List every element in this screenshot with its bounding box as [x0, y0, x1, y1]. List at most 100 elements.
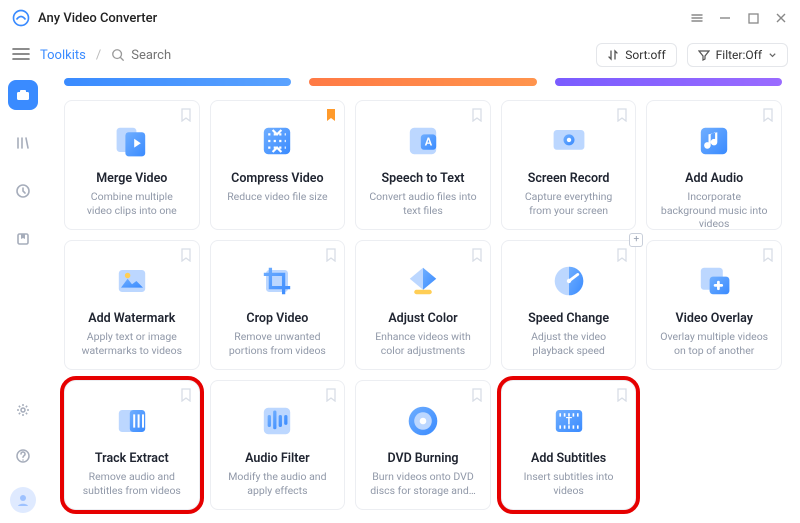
card-title: Speech to Text: [381, 171, 464, 186]
user-avatar[interactable]: [10, 487, 36, 513]
category-bar-2[interactable]: [309, 78, 536, 86]
addaudio-icon: [692, 119, 736, 163]
sort-label: Sort:off: [625, 48, 665, 62]
hamburger-icon[interactable]: [12, 46, 30, 65]
card-title: Add Watermark: [88, 311, 175, 326]
card-description: Remove unwanted portions from videos: [219, 330, 337, 357]
search-input[interactable]: [131, 48, 251, 63]
maximize-icon[interactable]: [746, 11, 760, 25]
sidebar: [0, 74, 46, 523]
card-title: Audio Filter: [245, 451, 310, 466]
search-field[interactable]: [111, 48, 251, 63]
sidebar-settings[interactable]: [8, 395, 38, 425]
sort-button[interactable]: Sort:off: [596, 43, 676, 67]
minimize-icon[interactable]: [718, 11, 732, 25]
tool-card-speechtext[interactable]: Speech to Text Convert audio files into t…: [355, 100, 491, 230]
app-title: Any Video Converter: [38, 11, 157, 26]
speechtext-icon: [401, 119, 445, 163]
watermark-icon: [110, 259, 154, 303]
tool-card-compress[interactable]: Compress Video Reduce video file size: [210, 100, 346, 230]
tool-card-audiofilter[interactable]: Audio FilterModify the audio and apply e…: [210, 380, 346, 510]
card-description: Burn videos onto DVD discs for storage a…: [364, 470, 482, 497]
bookmark-icon[interactable]: [763, 247, 773, 261]
sort-icon: [607, 49, 619, 61]
trackextract-icon: [110, 399, 154, 443]
bookmark-icon[interactable]: [472, 387, 482, 401]
close-icon[interactable]: [774, 11, 788, 25]
tool-card-dvd[interactable]: DVD Burning Burn videos onto DVD discs fo…: [355, 380, 491, 510]
category-bars: [64, 78, 782, 86]
card-title: Screen Record: [528, 171, 610, 186]
overlay-icon: [692, 259, 736, 303]
screenrec-icon: [547, 119, 591, 163]
bookmark-icon[interactable]: [763, 107, 773, 121]
tool-card-subtitles[interactable]: Add SubtitlesInsert subtitles into video…: [501, 380, 637, 510]
card-description: Capture everything from your screen: [510, 190, 628, 217]
card-description: Reduce video file size: [223, 190, 331, 204]
card-description: Adjust the video playback speed: [510, 330, 628, 357]
card-title: Speed Change: [528, 311, 609, 326]
card-title: Crop Video: [246, 311, 308, 326]
merge-icon: [110, 119, 154, 163]
tool-card-overlay[interactable]: Video Overlay Overlay multiple videos on …: [646, 240, 782, 370]
card-title: Merge Video: [96, 171, 167, 186]
titlebar: Any Video Converter: [0, 0, 800, 36]
tool-card-trackextract[interactable]: Track ExtractRemove audio and subtitles …: [64, 380, 200, 510]
card-description: Apply text or image watermarks to videos: [73, 330, 191, 357]
bookmark-icon[interactable]: [326, 247, 336, 261]
breadcrumb-separator: /: [96, 48, 101, 63]
tool-card-adjustcolor[interactable]: Adjust Color Enhance videos with color ad…: [355, 240, 491, 370]
bookmark-icon[interactable]: [181, 247, 191, 261]
tool-card-crop[interactable]: Crop Video Remove unwanted portions from …: [210, 240, 346, 370]
tool-card-screenrec[interactable]: Screen Record Capture everything from you…: [501, 100, 637, 230]
card-title: Add Audio: [685, 171, 743, 186]
category-bar-1[interactable]: [64, 78, 291, 86]
bookmark-icon[interactable]: [326, 107, 336, 121]
category-bar-3[interactable]: [555, 78, 782, 86]
tool-card-addaudio[interactable]: Add Audio Incorporate background music in…: [646, 100, 782, 230]
card-title: DVD Burning: [387, 451, 458, 466]
bookmark-icon[interactable]: [326, 387, 336, 401]
tools-grid: Merge VideoCombine multiple video clips …: [64, 100, 782, 510]
filter-button[interactable]: Filter:Off: [687, 43, 788, 67]
bookmark-icon[interactable]: [181, 387, 191, 401]
tool-card-merge[interactable]: Merge VideoCombine multiple video clips …: [64, 100, 200, 230]
card-description: Overlay multiple videos on top of anothe…: [655, 330, 773, 357]
audiofilter-icon: [255, 399, 299, 443]
sidebar-toolkits[interactable]: [8, 80, 38, 110]
menu-icon[interactable]: [690, 11, 704, 25]
search-icon: [111, 48, 125, 62]
adjustcolor-icon: [401, 259, 445, 303]
card-title: Compress Video: [231, 171, 323, 186]
chevron-down-icon: [768, 51, 777, 60]
plus-badge: +: [629, 233, 643, 247]
compress-icon: [255, 119, 299, 163]
sidebar-history[interactable]: [8, 176, 38, 206]
breadcrumb-toolkits[interactable]: Toolkits: [40, 48, 86, 63]
card-title: Adjust Color: [388, 311, 457, 326]
subtitles-icon: [547, 399, 591, 443]
bookmark-icon[interactable]: [472, 107, 482, 121]
sidebar-help[interactable]: [8, 441, 38, 471]
app-logo-icon: [12, 9, 30, 27]
bookmark-icon[interactable]: [472, 247, 482, 261]
sidebar-bookmarks[interactable]: [8, 224, 38, 254]
tool-card-watermark[interactable]: Add Watermark Apply text or image waterma…: [64, 240, 200, 370]
bookmark-icon[interactable]: [617, 107, 627, 121]
card-description: Incorporate background music into videos: [655, 190, 773, 231]
card-description: Remove audio and subtitles from videos: [73, 470, 191, 497]
sidebar-library[interactable]: [8, 128, 38, 158]
content-area: Merge VideoCombine multiple video clips …: [46, 74, 800, 523]
bookmark-icon[interactable]: [617, 387, 627, 401]
filter-label: Filter:Off: [716, 48, 762, 62]
toolbar: Toolkits / Sort:off Filter:Off: [0, 36, 800, 74]
tool-card-speed[interactable]: +Speed ChangeAdjust the video playback s…: [501, 240, 637, 370]
card-description: Convert audio files into text files: [364, 190, 482, 217]
dvd-icon: [401, 399, 445, 443]
card-description: Insert subtitles into videos: [510, 470, 628, 497]
bookmark-icon[interactable]: [181, 107, 191, 121]
crop-icon: [255, 259, 299, 303]
card-title: Video Overlay: [675, 311, 752, 326]
bookmark-icon[interactable]: [617, 247, 627, 261]
card-description: Enhance videos with color adjustments: [364, 330, 482, 357]
